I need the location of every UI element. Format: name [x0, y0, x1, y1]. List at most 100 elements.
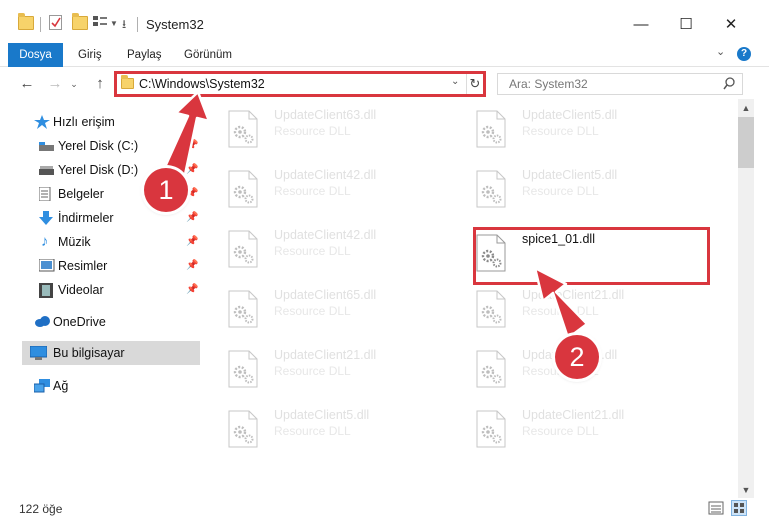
dll-file-icon — [476, 410, 506, 448]
file-name: UpdateClient5.dll — [274, 408, 370, 422]
callout-badge-1: 1 — [144, 168, 188, 212]
ribbon: Dosya Giriş Paylaş Görünüm ⌄ ? — [0, 40, 769, 67]
sidebar-item-videos[interactable]: Videolar 📌 — [33, 279, 205, 301]
sidebar-item-label: OneDrive — [53, 315, 106, 329]
recent-locations-icon[interactable]: ⌄ — [64, 74, 84, 94]
file-type: Resource DLL — [522, 184, 599, 198]
sidebar-item-quick-access[interactable]: Hızlı erişim — [28, 111, 200, 133]
dll-file-icon — [476, 290, 506, 328]
file-type: Resource DLL — [274, 124, 351, 138]
dll-file-icon — [228, 290, 258, 328]
properties-icon[interactable] — [49, 15, 62, 30]
pictures-icon — [38, 258, 55, 273]
sidebar-item-disk-c[interactable]: Yerel Disk (C:) 📌 — [33, 135, 205, 157]
toolbar-menu-icon[interactable]: ⭳ — [122, 15, 126, 36]
sidebar-item-downloads[interactable]: İndirmeler 📌 — [33, 207, 205, 229]
dll-file-icon — [228, 230, 258, 268]
video-icon — [39, 283, 55, 298]
details-view-icon[interactable] — [708, 500, 724, 516]
sidebar-item-music[interactable]: ♪ Müzik 📌 — [33, 231, 205, 253]
pin-icon[interactable]: 📌 — [186, 284, 198, 295]
chevron-down-icon[interactable]: ▼ — [110, 19, 118, 28]
file-item[interactable]: UpdateClient5.dll Resource DLL — [474, 108, 674, 158]
tab-home[interactable]: Giriş — [78, 43, 102, 67]
sidebar-item-label: Ağ — [53, 379, 69, 393]
search-box[interactable]: Ara: System32 — [497, 73, 743, 95]
file-type: Resource DLL — [274, 184, 351, 198]
computer-icon — [29, 345, 48, 360]
large-icons-view-icon[interactable] — [731, 500, 747, 516]
customize-toolbar-icon[interactable] — [93, 16, 107, 29]
file-item[interactable]: UpdateClient5.dll Resource DLL — [474, 168, 674, 218]
close-button[interactable]: ✕ — [716, 12, 746, 38]
chevron-down-icon[interactable]: ⌄ — [451, 76, 459, 87]
search-input[interactable]: Ara: System32 — [509, 77, 588, 91]
tab-view[interactable]: Görünüm — [184, 43, 232, 67]
network-icon — [33, 379, 50, 393]
scroll-down-arrow[interactable]: ▼ — [738, 482, 754, 498]
scrollbar-thumb[interactable] — [738, 117, 754, 168]
title-bar: ▼ ⭳ System32 — ☐ ✕ — [0, 0, 769, 40]
help-icon[interactable]: ? — [737, 47, 751, 61]
expand-ribbon-icon[interactable]: ⌄ — [716, 45, 725, 58]
pin-icon[interactable]: 📌 — [186, 212, 198, 223]
file-type: Resource DLL — [522, 424, 599, 438]
file-item[interactable]: UpdateClient42.dll Resource DLL — [226, 168, 426, 218]
file-name: UpdateClient21.dll — [522, 408, 625, 422]
up-button[interactable]: ↑ — [90, 74, 110, 94]
sidebar-item-this-pc[interactable]: Bu bilgisayar — [22, 341, 200, 365]
file-item[interactable]: UpdateClient21.dll Resource DLL — [474, 288, 674, 338]
star-icon — [34, 115, 50, 129]
dll-file-icon — [476, 110, 506, 148]
sidebar-item-label: Belgeler — [58, 187, 104, 201]
file-name: UpdateClient42.dll — [274, 168, 377, 182]
forward-button[interactable]: → — [45, 74, 65, 94]
tab-file[interactable]: Dosya — [8, 43, 63, 67]
selected-file-highlight — [473, 227, 710, 285]
file-type: Resource DLL — [274, 304, 351, 318]
item-count: 122 öğe — [19, 502, 63, 516]
file-item[interactable]: UpdateClient5.dll Resource DLL — [226, 408, 426, 458]
address-bar[interactable]: C:\Windows\System32 ⌄ ↻ — [114, 71, 486, 97]
divider — [137, 17, 138, 32]
file-item[interactable]: UpdateClient63.dll Resource DLL — [226, 108, 426, 158]
sidebar-item-pictures[interactable]: Resimler 📌 — [33, 255, 205, 277]
file-type: Resource DLL — [274, 364, 351, 378]
dll-file-icon — [476, 350, 506, 388]
pin-icon[interactable]: 📌 — [186, 140, 198, 151]
scroll-up-arrow[interactable]: ▲ — [738, 100, 754, 116]
sidebar-item-network[interactable]: Ağ — [28, 375, 200, 397]
search-icon — [723, 77, 735, 91]
document-icon — [38, 186, 51, 202]
file-name: UpdateClient63.dll — [274, 108, 377, 122]
file-name: UpdateClient65.dll — [274, 288, 377, 302]
sidebar-item-onedrive[interactable]: OneDrive — [28, 311, 200, 333]
sidebar-item-label: İndirmeler — [58, 211, 114, 225]
callout-badge-2: 2 — [555, 335, 599, 379]
pin-icon[interactable]: 📌 — [186, 260, 198, 271]
music-icon: ♪ — [41, 233, 49, 250]
minimize-button[interactable]: — — [626, 12, 656, 38]
drive-icon — [39, 141, 55, 151]
folder-icon — [18, 13, 34, 30]
new-folder-icon[interactable] — [72, 13, 88, 30]
address-path[interactable]: C:\Windows\System32 — [139, 77, 265, 91]
refresh-icon[interactable]: ↻ — [466, 74, 483, 94]
back-button[interactable]: ← — [17, 74, 37, 94]
drive-icon — [39, 165, 55, 175]
sidebar-item-label: Videolar — [58, 283, 104, 297]
file-item[interactable]: UpdateClient42.dll Resource DLL — [226, 228, 426, 278]
file-item[interactable]: UpdateClient21.dll Resource DLL — [226, 348, 426, 398]
maximize-button[interactable]: ☐ — [671, 12, 701, 38]
tab-share[interactable]: Paylaş — [127, 43, 162, 67]
dll-file-icon — [476, 170, 506, 208]
pin-icon[interactable]: 📌 — [186, 236, 198, 247]
file-type: Resource DLL — [274, 424, 351, 438]
file-item[interactable]: UpdateClient21.dll Resource DLL — [474, 408, 674, 458]
sidebar-item-label: Hızlı erişim — [53, 115, 115, 129]
sidebar-item-label: Müzik — [58, 235, 91, 249]
pin-icon[interactable]: 📌 — [186, 164, 198, 175]
sidebar-item-label: Yerel Disk (D:) — [58, 163, 139, 177]
file-item[interactable]: UpdateClient65.dll Resource DLL — [226, 288, 426, 338]
file-type: Resource DLL — [274, 244, 351, 258]
